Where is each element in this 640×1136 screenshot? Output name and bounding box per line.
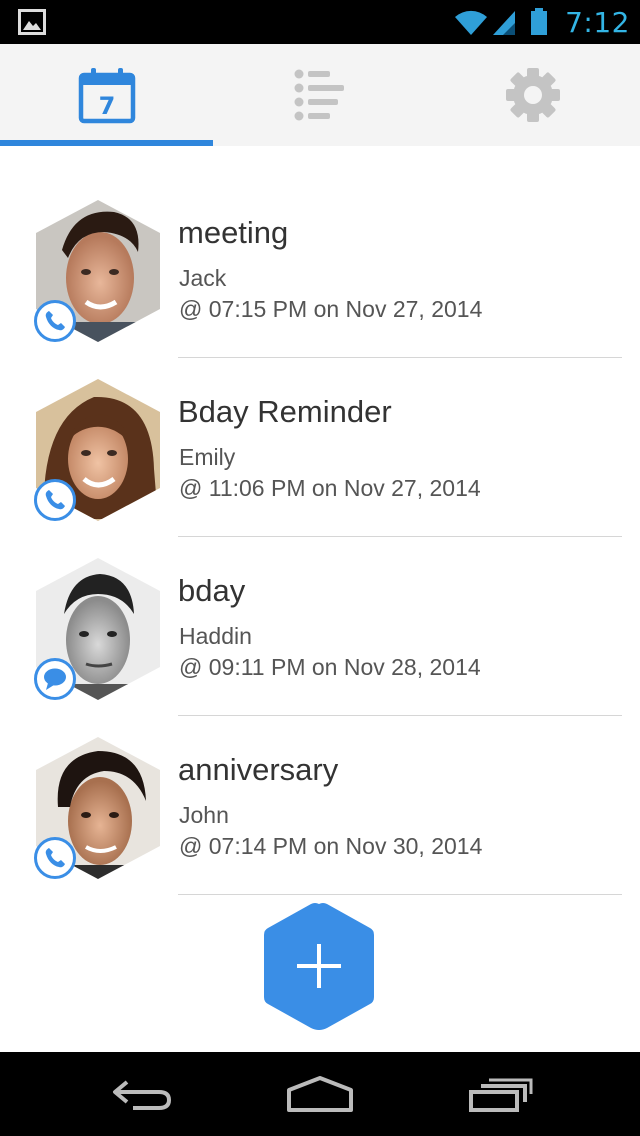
channel-badge	[34, 837, 76, 879]
status-icons: 7:12	[453, 0, 630, 44]
add-reminder-button[interactable]	[260, 900, 378, 1032]
recents-icon	[469, 1078, 533, 1112]
gear-icon	[506, 68, 560, 122]
tab-list[interactable]	[213, 44, 426, 146]
back-button[interactable]	[98, 1066, 188, 1122]
avatar	[34, 737, 162, 879]
reminder-person: Haddin	[179, 623, 252, 649]
list-icon	[294, 69, 344, 121]
calendar-icon: 7	[78, 68, 135, 124]
reminder-title: meeting	[178, 215, 289, 250]
home-icon	[287, 1076, 353, 1112]
image-notification-icon	[18, 9, 46, 35]
channel-badge	[34, 479, 76, 521]
back-arrow-icon	[113, 1080, 172, 1110]
list-item[interactable]: anniversary John @ 07:14 PM on Nov 30, 2…	[0, 716, 640, 895]
list-item[interactable]: meeting Jack @ 07:15 PM on Nov 27, 2014	[0, 179, 640, 358]
tab-calendar[interactable]: 7	[0, 44, 213, 146]
channel-badge	[34, 658, 76, 700]
divider	[178, 894, 622, 895]
avatar	[34, 558, 162, 700]
reminder-time: @ 09:11 PM on Nov 28, 2014	[179, 654, 481, 680]
tab-settings[interactable]	[426, 44, 640, 146]
message-icon	[44, 668, 66, 690]
recents-button[interactable]	[455, 1066, 545, 1122]
wifi-icon	[455, 10, 488, 35]
calendar-day-text: 7	[98, 92, 115, 120]
home-button[interactable]	[275, 1066, 365, 1122]
signal-icon	[493, 11, 516, 35]
reminder-person: John	[179, 802, 229, 828]
list-item[interactable]: Bday Reminder Emily @ 11:06 PM on Nov 27…	[0, 358, 640, 537]
status-time: 7:12	[565, 5, 630, 39]
reminder-title: bday	[178, 573, 246, 608]
battery-icon	[531, 8, 548, 35]
avatar	[34, 379, 162, 521]
phone-icon	[45, 311, 65, 331]
channel-badge	[34, 300, 76, 342]
list-item[interactable]: bday Haddin @ 09:11 PM on Nov 28, 2014	[0, 537, 640, 716]
navigation-bar	[0, 1052, 640, 1136]
phone-icon	[45, 848, 65, 868]
status-bar: 7:12	[0, 0, 640, 44]
phone-icon	[45, 490, 65, 510]
reminder-person: Jack	[179, 265, 227, 291]
reminder-list: meeting Jack @ 07:15 PM on Nov 27, 2014	[0, 146, 640, 1052]
reminder-person: Emily	[179, 444, 236, 470]
reminder-time: @ 07:15 PM on Nov 27, 2014	[179, 296, 483, 322]
reminder-time: @ 11:06 PM on Nov 27, 2014	[179, 475, 481, 501]
reminder-title: Bday Reminder	[178, 394, 392, 429]
tab-bar: 7	[0, 44, 640, 146]
reminder-title: anniversary	[178, 752, 339, 787]
reminder-time: @ 07:14 PM on Nov 30, 2014	[179, 833, 483, 859]
avatar	[34, 200, 162, 342]
